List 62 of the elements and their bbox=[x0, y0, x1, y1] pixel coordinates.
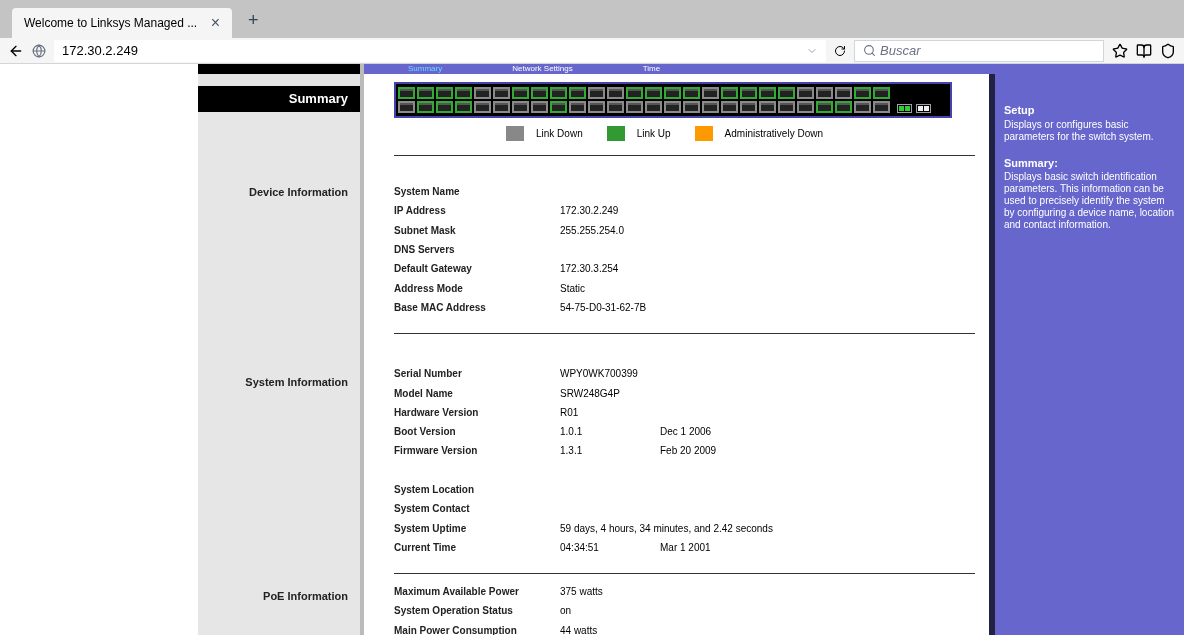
legend-label: Link Down bbox=[536, 127, 583, 141]
legend-label: Administratively Down bbox=[724, 127, 823, 141]
reader-icon[interactable] bbox=[1136, 42, 1152, 59]
field-value: 54-75-D0-31-62-7B bbox=[560, 300, 648, 315]
shield-icon[interactable] bbox=[1160, 42, 1176, 59]
field-label: Subnet Mask bbox=[394, 223, 457, 238]
search-field[interactable]: Buscar bbox=[854, 39, 1104, 62]
field-label: Base MAC Address bbox=[394, 300, 487, 315]
field-label: System Name bbox=[394, 185, 461, 200]
field-label: Boot Version bbox=[394, 425, 457, 440]
field-value: SRW248G4P bbox=[560, 386, 621, 401]
field-date: Mar 1 2001 bbox=[660, 540, 711, 555]
legend-label: Link Up bbox=[636, 127, 671, 141]
field-label: Default Gateway bbox=[394, 262, 473, 277]
search-icon bbox=[863, 44, 876, 57]
field-value: 255.255.254.0 bbox=[560, 223, 625, 238]
field-label: System Location bbox=[394, 483, 476, 497]
reload-icon[interactable] bbox=[834, 44, 846, 57]
field-label: Maximum Available Power bbox=[394, 585, 520, 600]
field-value: 375 watts bbox=[560, 585, 604, 600]
field-value: WPY0WK700399 bbox=[560, 367, 639, 382]
field-label: Main Power Consumption bbox=[394, 623, 518, 635]
field-label: DNS Servers bbox=[394, 243, 456, 258]
field-value: 59 days, 4 hours, 34 minutes, and 2.42 seconds bbox=[560, 521, 773, 536]
section-label: Device Information bbox=[248, 185, 348, 200]
address-field[interactable]: 172.30.2.249 bbox=[54, 39, 826, 62]
field-label: Firmware Version bbox=[394, 444, 479, 459]
field-value: 04:34:51 bbox=[560, 540, 600, 555]
field-value: 172.30.2.249 bbox=[560, 204, 620, 219]
field-value: 172.30.3.254 bbox=[560, 262, 620, 277]
section-label: PoE Information bbox=[263, 589, 348, 604]
help-title: Summary: bbox=[1004, 155, 1059, 171]
field-date: Dec 1 2006 bbox=[660, 425, 712, 440]
field-value: on bbox=[560, 604, 573, 619]
field-label: System Contact bbox=[394, 502, 471, 517]
help-text: Displays basic switch identification parameters. This information can be used to precisely identify the system by configuring a device name, location and contact information. bbox=[1004, 171, 1176, 231]
help-title: Setup bbox=[1004, 103, 1036, 118]
field-value: 1.3.1 bbox=[560, 444, 584, 459]
globe-icon bbox=[32, 43, 46, 58]
field-label: Hardware Version bbox=[394, 405, 480, 420]
field-value: R01 bbox=[560, 405, 580, 420]
nav-tab[interactable]: Summary bbox=[408, 64, 443, 74]
field-value: 44 watts bbox=[560, 623, 599, 635]
field-value: 1.0.1 bbox=[560, 425, 584, 440]
nav-tab[interactable]: Network Settings bbox=[512, 64, 573, 74]
field-value: Static bbox=[560, 281, 586, 296]
nav-tab[interactable]: Time bbox=[642, 64, 661, 74]
new-tab-button[interactable]: + bbox=[248, 7, 259, 34]
field-label: Address Mode bbox=[394, 281, 464, 296]
field-label: Model Name bbox=[394, 386, 454, 401]
field-label: Serial Number bbox=[394, 367, 463, 382]
tab-close-button[interactable]: × bbox=[210, 11, 220, 35]
section-label: System Information bbox=[245, 375, 348, 390]
bookmark-star-icon[interactable] bbox=[1112, 42, 1128, 59]
field-date: Feb 20 2009 bbox=[660, 444, 717, 459]
field-label: System Uptime bbox=[394, 521, 468, 536]
help-text: Displays or configures basic parameters for the switch system. bbox=[1004, 118, 1155, 143]
field-label: IP Address bbox=[394, 204, 447, 219]
section-title: Summary bbox=[198, 86, 360, 112]
field-label: Current Time bbox=[394, 540, 458, 555]
browser-tab[interactable]: Welcome to Linksys Managed ... × bbox=[12, 8, 232, 38]
field-label: System Operation Status bbox=[394, 604, 514, 619]
